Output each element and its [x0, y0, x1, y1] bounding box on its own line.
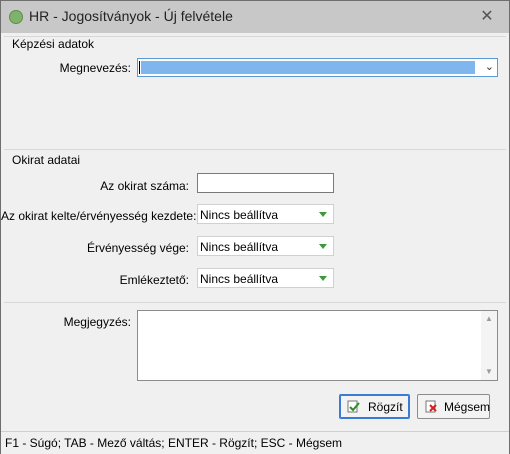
- section-kepzesi-adatok: Képzési adatok: [4, 36, 506, 148]
- section-divider: [4, 302, 506, 303]
- status-text: F1 - Súgó; TAB - Mező váltás; ENTER - Rö…: [5, 436, 342, 450]
- cancel-button[interactable]: Mégsem: [417, 394, 490, 419]
- okirat-szama-input[interactable]: [197, 173, 334, 193]
- close-icon[interactable]: ✕: [469, 1, 505, 33]
- ervenyesseg-vege-value: Nincs beállítva: [200, 240, 279, 254]
- cancel-document-icon: [425, 400, 437, 413]
- megjegyzes-textarea[interactable]: ▲ ▼: [137, 310, 498, 381]
- ervenyesseg-vege-label: Érvényesség vége:: [86, 241, 189, 255]
- okirat-kelte-value: Nincs beállítva: [200, 208, 279, 222]
- section-divider: [4, 149, 506, 150]
- section-megjegyzes: [4, 302, 506, 303]
- save-button[interactable]: Rögzít: [339, 394, 410, 419]
- dropdown-arrow-icon[interactable]: [319, 212, 327, 217]
- emlekezteto-value: Nincs beállítva: [200, 272, 279, 286]
- title-bar: HR - Jogosítványok - Új felvétele ✕: [1, 1, 509, 33]
- section-title-kepzesi: Képzési adatok: [12, 37, 95, 51]
- scroll-up-icon[interactable]: ▲: [481, 313, 497, 325]
- dropdown-arrow-icon[interactable]: [319, 276, 327, 281]
- dropdown-arrow-icon[interactable]: [319, 244, 327, 249]
- save-button-label: Rögzít: [368, 400, 403, 414]
- megnevezes-label: Megnevezés:: [59, 61, 131, 75]
- emlekezteto-dropdown[interactable]: Nincs beállítva: [197, 268, 334, 288]
- cancel-button-label: Mégsem: [444, 400, 491, 414]
- text-cursor: [139, 61, 140, 74]
- okirat-kelte-dropdown[interactable]: Nincs beállítva: [197, 204, 334, 224]
- section-title-okirat: Okirat adatai: [12, 153, 81, 167]
- app-icon: [9, 10, 23, 24]
- window-title: HR - Jogosítványok - Új felvétele: [29, 8, 233, 24]
- megjegyzes-label: Megjegyzés:: [63, 315, 131, 329]
- dialog-window: HR - Jogosítványok - Új felvétele ✕ Képz…: [0, 0, 510, 454]
- ervenyesseg-vege-dropdown[interactable]: Nincs beállítva: [197, 236, 334, 256]
- status-bar: F1 - Súgó; TAB - Mező váltás; ENTER - Rö…: [1, 431, 509, 454]
- scroll-down-icon[interactable]: ▼: [481, 366, 497, 378]
- megnevezes-combobox[interactable]: ⌄: [137, 58, 498, 77]
- emlekezteto-label: Emlékeztető:: [119, 273, 189, 287]
- okirat-szama-label: Az okirat száma:: [100, 179, 189, 193]
- okirat-kelte-label: Az okirat kelte/érvényesség kezdete:: [1, 209, 197, 223]
- check-document-icon: [347, 400, 360, 413]
- chevron-down-icon[interactable]: ⌄: [485, 59, 494, 76]
- memo-scrollbar[interactable]: ▲ ▼: [481, 311, 497, 380]
- selection-highlight: [141, 61, 475, 74]
